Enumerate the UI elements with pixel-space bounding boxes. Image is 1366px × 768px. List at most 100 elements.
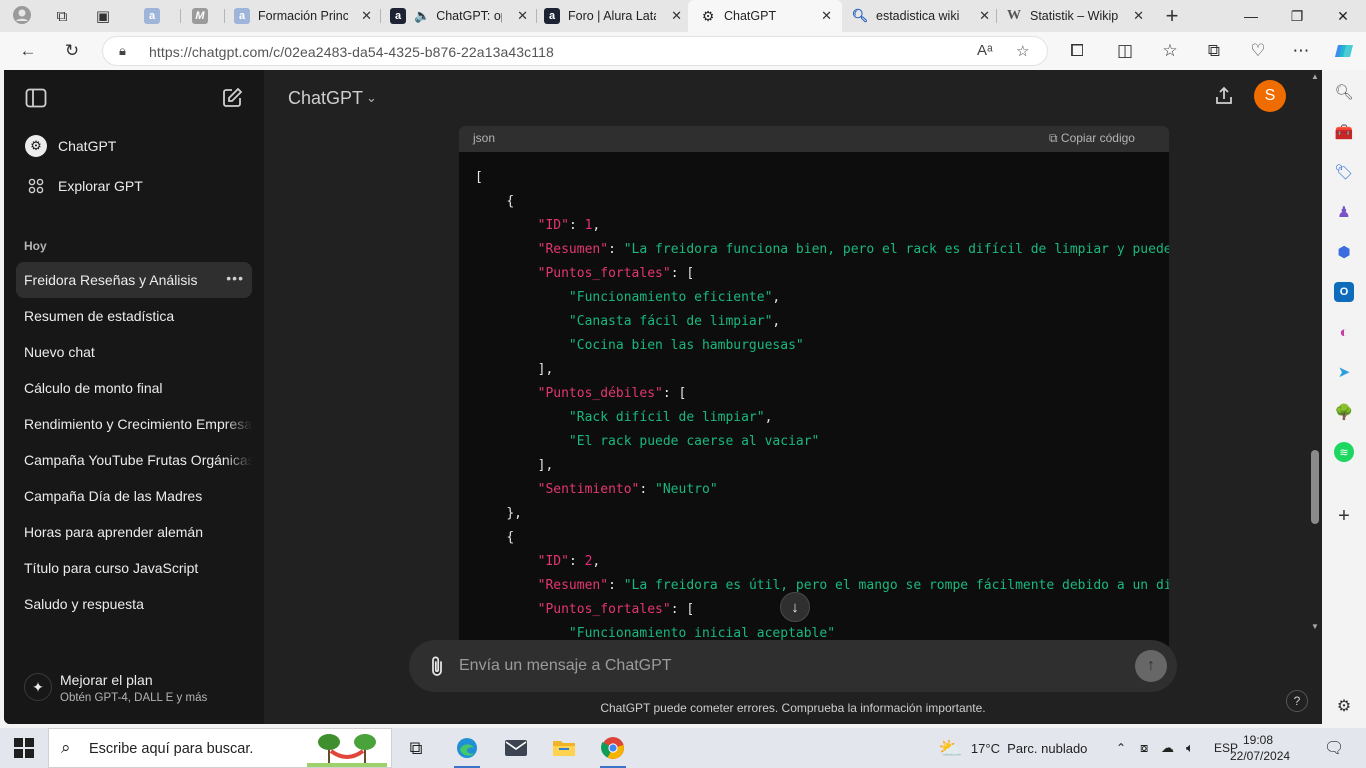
copy-code-button[interactable]: ⧉ Copiar código bbox=[1049, 131, 1169, 146]
spotify-icon[interactable]: ≋ bbox=[1334, 442, 1354, 462]
taskbar-search[interactable]: ⌕ Escribe aquí para buscar. bbox=[48, 728, 392, 768]
scroll-down-arrow-icon[interactable]: ▼ bbox=[1309, 622, 1321, 631]
lock-icon[interactable]: 🔒︎ bbox=[119, 43, 126, 59]
tab-chatgpt-active[interactable]: ⚙ ChatGPT ✕ bbox=[688, 0, 842, 32]
chat-item[interactable]: Freidora Reseñas y Análisis ••• bbox=[16, 262, 252, 298]
system-clock[interactable]: 19:08 22/07/2024 bbox=[1230, 732, 1290, 764]
attach-icon[interactable] bbox=[425, 654, 449, 678]
refresh-icon[interactable]: ↻ bbox=[61, 40, 83, 62]
chat-item[interactable]: Campaña Día de las Madres bbox=[16, 478, 252, 514]
collections-icon[interactable]: ⧉ bbox=[51, 5, 73, 27]
windows-start-icon[interactable] bbox=[14, 738, 34, 758]
extensions-icon[interactable]: ⧠ bbox=[1066, 40, 1088, 62]
games-icon[interactable]: ♟ bbox=[1334, 202, 1354, 222]
microsoft365-icon[interactable]: ⬢ bbox=[1334, 242, 1354, 262]
search-icon[interactable]: 🔍︎ bbox=[1334, 82, 1354, 102]
code-line: { bbox=[506, 530, 515, 545]
edge-taskbar-icon[interactable] bbox=[452, 734, 482, 768]
tools-icon[interactable]: 🧰 bbox=[1334, 122, 1354, 142]
telegram-icon[interactable]: ➤ bbox=[1334, 362, 1354, 382]
url-text[interactable]: https://chatgpt.com/c/02ea2483-da54-4325… bbox=[149, 44, 554, 60]
tab-statistik[interactable]: W Statistik – Wikipedia ✕ bbox=[1006, 0, 1150, 32]
new-chat-icon[interactable] bbox=[220, 86, 244, 110]
alura-icon: a bbox=[234, 8, 250, 24]
back-icon[interactable]: ← bbox=[17, 40, 39, 62]
designer-icon[interactable]: ◐ bbox=[1334, 322, 1354, 342]
chrome-icon[interactable] bbox=[598, 734, 628, 768]
message-input[interactable] bbox=[459, 653, 1099, 679]
close-icon[interactable]: ✕ bbox=[671, 8, 682, 24]
close-icon[interactable]: ✕ bbox=[821, 8, 832, 24]
upgrade-plan-button[interactable]: ✦ Mejorar el plan Obtén GPT-4, DALL E y … bbox=[20, 666, 252, 712]
onedrive-cloud-icon[interactable]: ☁ bbox=[1161, 728, 1174, 768]
close-icon[interactable]: ✕ bbox=[979, 8, 990, 24]
restore-button[interactable]: ❐ bbox=[1274, 0, 1320, 32]
tab-estadistica[interactable]: 🔍︎ estadistica wikipedia ✕ bbox=[852, 0, 996, 32]
read-aloud-icon[interactable]: Aᵃ bbox=[977, 42, 993, 59]
add-icon[interactable]: + bbox=[1334, 505, 1354, 527]
close-icon[interactable]: ✕ bbox=[517, 8, 528, 24]
tab-formacion[interactable]: a Formación Principiante ✕ bbox=[234, 0, 378, 32]
share-icon[interactable] bbox=[1212, 84, 1236, 108]
disclaimer-text: ChatGPT puede cometer errores. Comprueba… bbox=[600, 701, 986, 715]
close-window-button[interactable]: ✕ bbox=[1320, 0, 1366, 32]
task-view-icon[interactable]: ⧉ bbox=[401, 734, 431, 762]
scroll-down-button[interactable]: ↓ bbox=[780, 592, 810, 622]
address-bar[interactable]: 🔒︎ https://chatgpt.com/c/02ea2483-da54-4… bbox=[102, 36, 1048, 66]
show-hidden-icons-icon[interactable]: ⌃ bbox=[1116, 728, 1126, 768]
new-tab-icon[interactable]: + bbox=[1161, 3, 1183, 28]
sidebar-item-chatgpt[interactable]: ⚙ ChatGPT bbox=[20, 128, 252, 164]
chat-item[interactable]: Resumen de estadística bbox=[16, 298, 252, 334]
tab-m[interactable]: M bbox=[192, 0, 222, 32]
meet-now-icon[interactable]: ⧇ bbox=[1140, 728, 1148, 768]
collections-toolbar-icon[interactable]: ⧉ bbox=[1203, 40, 1225, 62]
minimize-button[interactable]: — bbox=[1228, 0, 1274, 32]
close-icon[interactable]: ✕ bbox=[361, 8, 372, 24]
profile-icon[interactable] bbox=[11, 4, 33, 26]
scrollbar[interactable] bbox=[1308, 70, 1322, 636]
browser-essentials-icon[interactable]: ♡ bbox=[1247, 40, 1269, 62]
favorite-star-icon[interactable]: ☆ bbox=[1016, 42, 1029, 60]
chat-item[interactable]: Horas para aprender alemán bbox=[16, 514, 252, 550]
settings-gear-icon[interactable]: ⚙ bbox=[1334, 696, 1354, 716]
close-icon[interactable]: ✕ bbox=[1133, 8, 1144, 24]
favorites-icon[interactable]: ☆ bbox=[1159, 40, 1181, 62]
edge-sidebar: 🔍︎ 🧰 🏷 ♟ ⬢ O ◐ ➤ 🌳 ≋ + ⚙ bbox=[1322, 70, 1366, 726]
speaker-icon[interactable]: 🔈 bbox=[414, 8, 430, 24]
chat-item[interactable]: Nuevo chat bbox=[16, 334, 252, 370]
help-button[interactable]: ? bbox=[1286, 690, 1308, 712]
file-explorer-icon[interactable] bbox=[549, 734, 579, 762]
shopping-icon[interactable]: 🏷 bbox=[1334, 162, 1354, 182]
chat-item[interactable]: Campaña YouTube Frutas Orgánicas bbox=[16, 442, 252, 478]
outlook-icon[interactable]: O bbox=[1334, 282, 1354, 302]
scroll-up-arrow-icon[interactable]: ▲ bbox=[1309, 72, 1321, 81]
chat-item[interactable]: Cálculo de monto final bbox=[16, 370, 252, 406]
code-line: { bbox=[506, 194, 515, 209]
search-icon: ⌕ bbox=[61, 738, 71, 757]
code-content: [ { "ID": 1, "Resumen": "La freidora fun… bbox=[475, 166, 1169, 646]
tab-chatgpt-op[interactable]: a 🔈 ChatGPT: op ✕ bbox=[390, 0, 534, 32]
tab-foro-alura[interactable]: a Foro | Alura Latam ✕ bbox=[544, 0, 688, 32]
tab-actions-icon[interactable]: ▣ bbox=[92, 5, 114, 27]
notifications-icon[interactable]: 🗨︎ bbox=[1324, 728, 1344, 768]
avatar[interactable]: S bbox=[1254, 80, 1286, 112]
sidebar-toggle-icon[interactable] bbox=[24, 86, 48, 110]
sidebar-item-explore-gpt[interactable]: Explorar GPT bbox=[20, 168, 252, 204]
more-options-icon[interactable]: ••• bbox=[226, 270, 244, 286]
volume-icon[interactable]: 🔈︎ bbox=[1186, 728, 1194, 768]
more-menu-icon[interactable]: ⋯ bbox=[1290, 40, 1312, 62]
split-screen-icon[interactable]: ◫ bbox=[1114, 40, 1136, 62]
send-button[interactable]: ↑ bbox=[1135, 650, 1167, 682]
model-selector[interactable]: ChatGPT bbox=[288, 88, 363, 109]
tree-icon[interactable]: 🌳 bbox=[1334, 402, 1354, 422]
chat-item[interactable]: Saludo y respuesta bbox=[16, 586, 252, 622]
scrollbar-thumb[interactable] bbox=[1311, 450, 1319, 524]
chevron-down-icon[interactable]: ⌄ bbox=[366, 90, 377, 106]
code-line: "Cocina bien las hamburguesas" bbox=[568, 338, 804, 353]
mail-icon[interactable] bbox=[501, 734, 531, 762]
chat-item[interactable]: Rendimiento y Crecimiento Empresarial bbox=[16, 406, 252, 442]
copilot-icon[interactable] bbox=[1333, 40, 1355, 62]
tab-alura-1[interactable]: a bbox=[144, 0, 174, 32]
weather-widget[interactable]: ⛅ 17°C Parc. nublado bbox=[938, 728, 1087, 768]
chat-item[interactable]: Título para curso JavaScript bbox=[16, 550, 252, 586]
